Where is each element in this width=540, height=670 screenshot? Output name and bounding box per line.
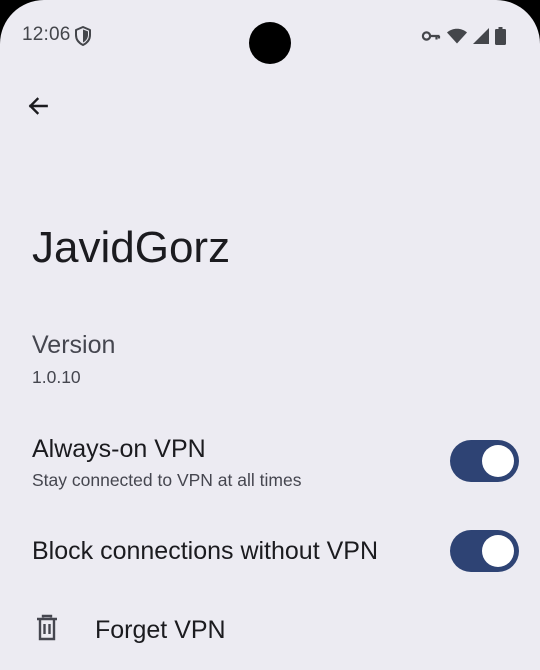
always-on-vpn-preference[interactable]: Always-on VPN Stay connected to VPN at a… <box>0 430 540 500</box>
forget-vpn-item[interactable]: Forget VPN <box>0 600 540 660</box>
arrow-back-icon <box>25 93 51 124</box>
toggle-thumb <box>482 535 514 567</box>
always-on-vpn-summary: Stay connected to VPN at all times <box>32 470 302 490</box>
block-connections-title: Block connections without VPN <box>32 537 379 565</box>
status-icons <box>421 25 506 47</box>
version-title: Version <box>32 331 116 359</box>
status-time: 12:06 <box>22 24 71 45</box>
block-connections-preference[interactable]: Block connections without VPN <box>0 520 540 582</box>
cellular-signal-icon <box>473 28 489 44</box>
vpn-key-icon <box>421 29 441 43</box>
camera-cutout <box>249 22 291 64</box>
back-button[interactable] <box>18 88 58 128</box>
settings-screen: 12:06 JavidGorz Version 1.0.10 Always-on… <box>0 0 540 670</box>
always-on-vpn-title: Always-on VPN <box>32 435 206 463</box>
version-preference: Version 1.0.10 <box>0 326 540 390</box>
forget-vpn-title: Forget VPN <box>95 616 226 644</box>
shield-icon <box>73 25 93 47</box>
block-connections-toggle[interactable] <box>450 530 519 572</box>
page-title: JavidGorz <box>32 223 231 272</box>
trash-icon <box>34 614 60 642</box>
status-bar: 12:06 <box>0 0 540 70</box>
toggle-thumb <box>482 445 514 477</box>
wifi-icon <box>447 28 467 44</box>
battery-icon <box>495 27 506 45</box>
version-value: 1.0.10 <box>32 367 81 387</box>
always-on-vpn-toggle[interactable] <box>450 440 519 482</box>
